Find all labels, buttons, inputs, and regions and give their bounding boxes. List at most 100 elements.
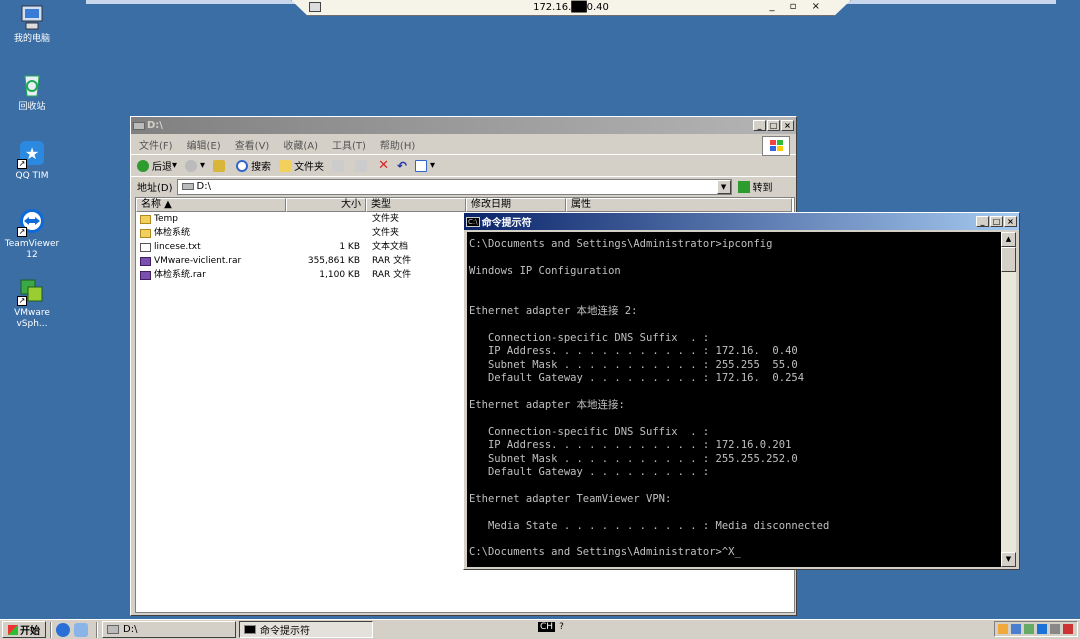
column-type[interactable]: 类型 (366, 198, 466, 212)
back-arrow-icon (137, 159, 149, 172)
address-dropdown-arrow[interactable]: ▼ (716, 179, 731, 194)
forward-arrow-icon (185, 159, 198, 172)
address-input[interactable]: D:\ ▼ (176, 178, 732, 195)
go-button[interactable]: 转到 (737, 179, 773, 194)
undo-icon: ↶ (396, 158, 408, 173)
close-button[interactable]: × (781, 120, 794, 131)
back-button[interactable]: 后退 ▾ (137, 158, 177, 173)
explorer-titlebar[interactable]: D:\ _ □ × (131, 117, 796, 134)
console-line: Connection-specific DNS Suffix . : (469, 425, 710, 438)
teamviewer-tray-icon[interactable] (1037, 624, 1047, 634)
taskbar-button-explorer[interactable]: D:\ (102, 621, 236, 638)
copy-to-button[interactable] (355, 159, 370, 172)
text-file-icon (140, 242, 151, 252)
delete-button[interactable]: ✕ (378, 158, 389, 173)
desktop-icon-label: 我的电脑 (13, 34, 50, 44)
cmd-title: 命令提示符 (481, 218, 532, 229)
qq-tim-icon: ★ ↗ (17, 139, 47, 169)
desktop-icon-teamviewer[interactable]: ↗ TeamViewer 12 (0, 207, 64, 261)
views-icon (415, 159, 428, 172)
console-line: IP Address. . . . . . . . . . . . : 172.… (469, 345, 798, 358)
folders-button[interactable]: 文件夹 (279, 158, 324, 173)
cmd-window[interactable]: C:\ 命令提示符 _ □ × C:\Documents and Setting… (463, 212, 1020, 570)
scroll-up-arrow[interactable]: ▲ (1001, 232, 1016, 247)
maximize-button[interactable]: □ (767, 120, 780, 131)
ime-options-icon[interactable]: ? (559, 622, 564, 632)
ime-indicator[interactable]: CH? (538, 622, 564, 632)
desktop-icon-recycle-bin[interactable]: 回收站 (0, 70, 64, 113)
shortcut-arrow-icon: ↗ (17, 296, 27, 306)
menu-tools[interactable]: 工具(T) (332, 137, 366, 152)
tray-app-icon[interactable] (998, 624, 1008, 634)
remote-host-address: 172.16.██0.40 (533, 2, 609, 13)
menu-file[interactable]: 文件(F) (139, 137, 173, 152)
up-button[interactable] (213, 159, 228, 172)
cmd-titlebar[interactable]: C:\ 命令提示符 _ □ × (464, 213, 1019, 230)
menu-edit[interactable]: 编辑(E) (187, 137, 221, 152)
console-line: Connection-specific DNS Suffix . : (469, 331, 710, 344)
cmd-icon: C:\ (466, 216, 480, 227)
explorer-quicklaunch-icon[interactable] (74, 622, 88, 637)
console-line: C:\Documents and Settings\Administrator>… (469, 546, 741, 559)
scroll-thumb[interactable] (1001, 247, 1016, 272)
vmware-icon: ↗ (17, 276, 47, 306)
close-button[interactable]: × (1004, 216, 1017, 227)
taskbar: 开始 D:\ 命令提示符 CH? (0, 619, 1080, 639)
search-button[interactable]: 搜索 (236, 158, 271, 173)
search-icon (236, 159, 249, 172)
folder-icon (140, 214, 151, 224)
desktop-icon-my-computer[interactable]: 我的电脑 (0, 2, 64, 45)
tray-safety-icon[interactable] (1024, 624, 1034, 634)
remote-window-controls[interactable]: _ ▫ × (769, 1, 826, 12)
maximize-button[interactable]: □ (990, 216, 1003, 227)
desktop-icon-label: 回收站 (18, 102, 46, 112)
cmd-icon (244, 625, 256, 634)
column-headers: 名称 ▲ 大小 类型 修改日期 属性 (136, 198, 794, 212)
my-computer-icon (17, 2, 47, 32)
go-arrow-icon (737, 180, 750, 193)
desktop-icon-label: VMware vSph... (14, 308, 50, 329)
console-line: IP Address. . . . . . . . . . . . : 172.… (469, 439, 792, 452)
menu-help[interactable]: 帮助(H) (380, 137, 415, 152)
tray-volume-icon[interactable] (1050, 624, 1060, 634)
console-line: Ethernet adapter TeamViewer VPN: (469, 492, 672, 505)
scroll-down-arrow[interactable]: ▼ (1001, 552, 1016, 567)
taskbar-button-cmd[interactable]: 命令提示符 (239, 621, 373, 638)
column-modified[interactable]: 修改日期 (466, 198, 566, 212)
column-name[interactable]: 名称 ▲ (136, 198, 286, 212)
column-attributes[interactable]: 属性 (566, 198, 792, 212)
tray-alert-icon[interactable] (1063, 624, 1073, 634)
address-value: D:\ (196, 181, 211, 192)
remote-session-bar[interactable]: 172.16.██0.40 _ ▫ × (291, 0, 851, 16)
cmd-scrollbar[interactable]: ▲ ▼ (1001, 232, 1016, 567)
explorer-title: D:\ (147, 120, 163, 131)
views-button[interactable]: ▾ (415, 159, 435, 172)
move-to-button[interactable] (332, 159, 347, 172)
address-label: 地址(D) (137, 183, 173, 194)
minimize-button[interactable]: _ (753, 120, 766, 131)
menu-favorites[interactable]: 收藏(A) (283, 137, 318, 152)
ie-icon[interactable] (56, 622, 70, 637)
minimize-button[interactable]: _ (976, 216, 989, 227)
column-size[interactable]: 大小 (286, 198, 366, 212)
desktop-icon-qq-tim[interactable]: ★ ↗ QQ TIM (0, 139, 64, 182)
forward-button[interactable]: ▾ (185, 159, 205, 172)
tray-network-icon[interactable] (1011, 624, 1021, 634)
start-button[interactable]: 开始 (2, 621, 46, 638)
windows-flag-icon (8, 624, 18, 635)
address-bar: 地址(D) D:\ ▼ 转到 (131, 176, 796, 196)
desktop-icon-vmware[interactable]: ↗ VMware vSph... (0, 276, 64, 330)
cmd-console-output[interactable]: C:\Documents and Settings\Administrator>… (467, 232, 1003, 567)
menu-view[interactable]: 查看(V) (235, 137, 270, 152)
console-line: C:\Documents and Settings\Administrator>… (469, 238, 773, 250)
folder-icon (140, 228, 151, 238)
taskbar-separator (50, 621, 52, 638)
menu-bar: 文件(F) 编辑(E) 查看(V) 收藏(A) 工具(T) 帮助(H) (131, 134, 796, 154)
undo-button[interactable]: ↶ (397, 159, 407, 173)
recycle-bin-icon (17, 70, 47, 100)
